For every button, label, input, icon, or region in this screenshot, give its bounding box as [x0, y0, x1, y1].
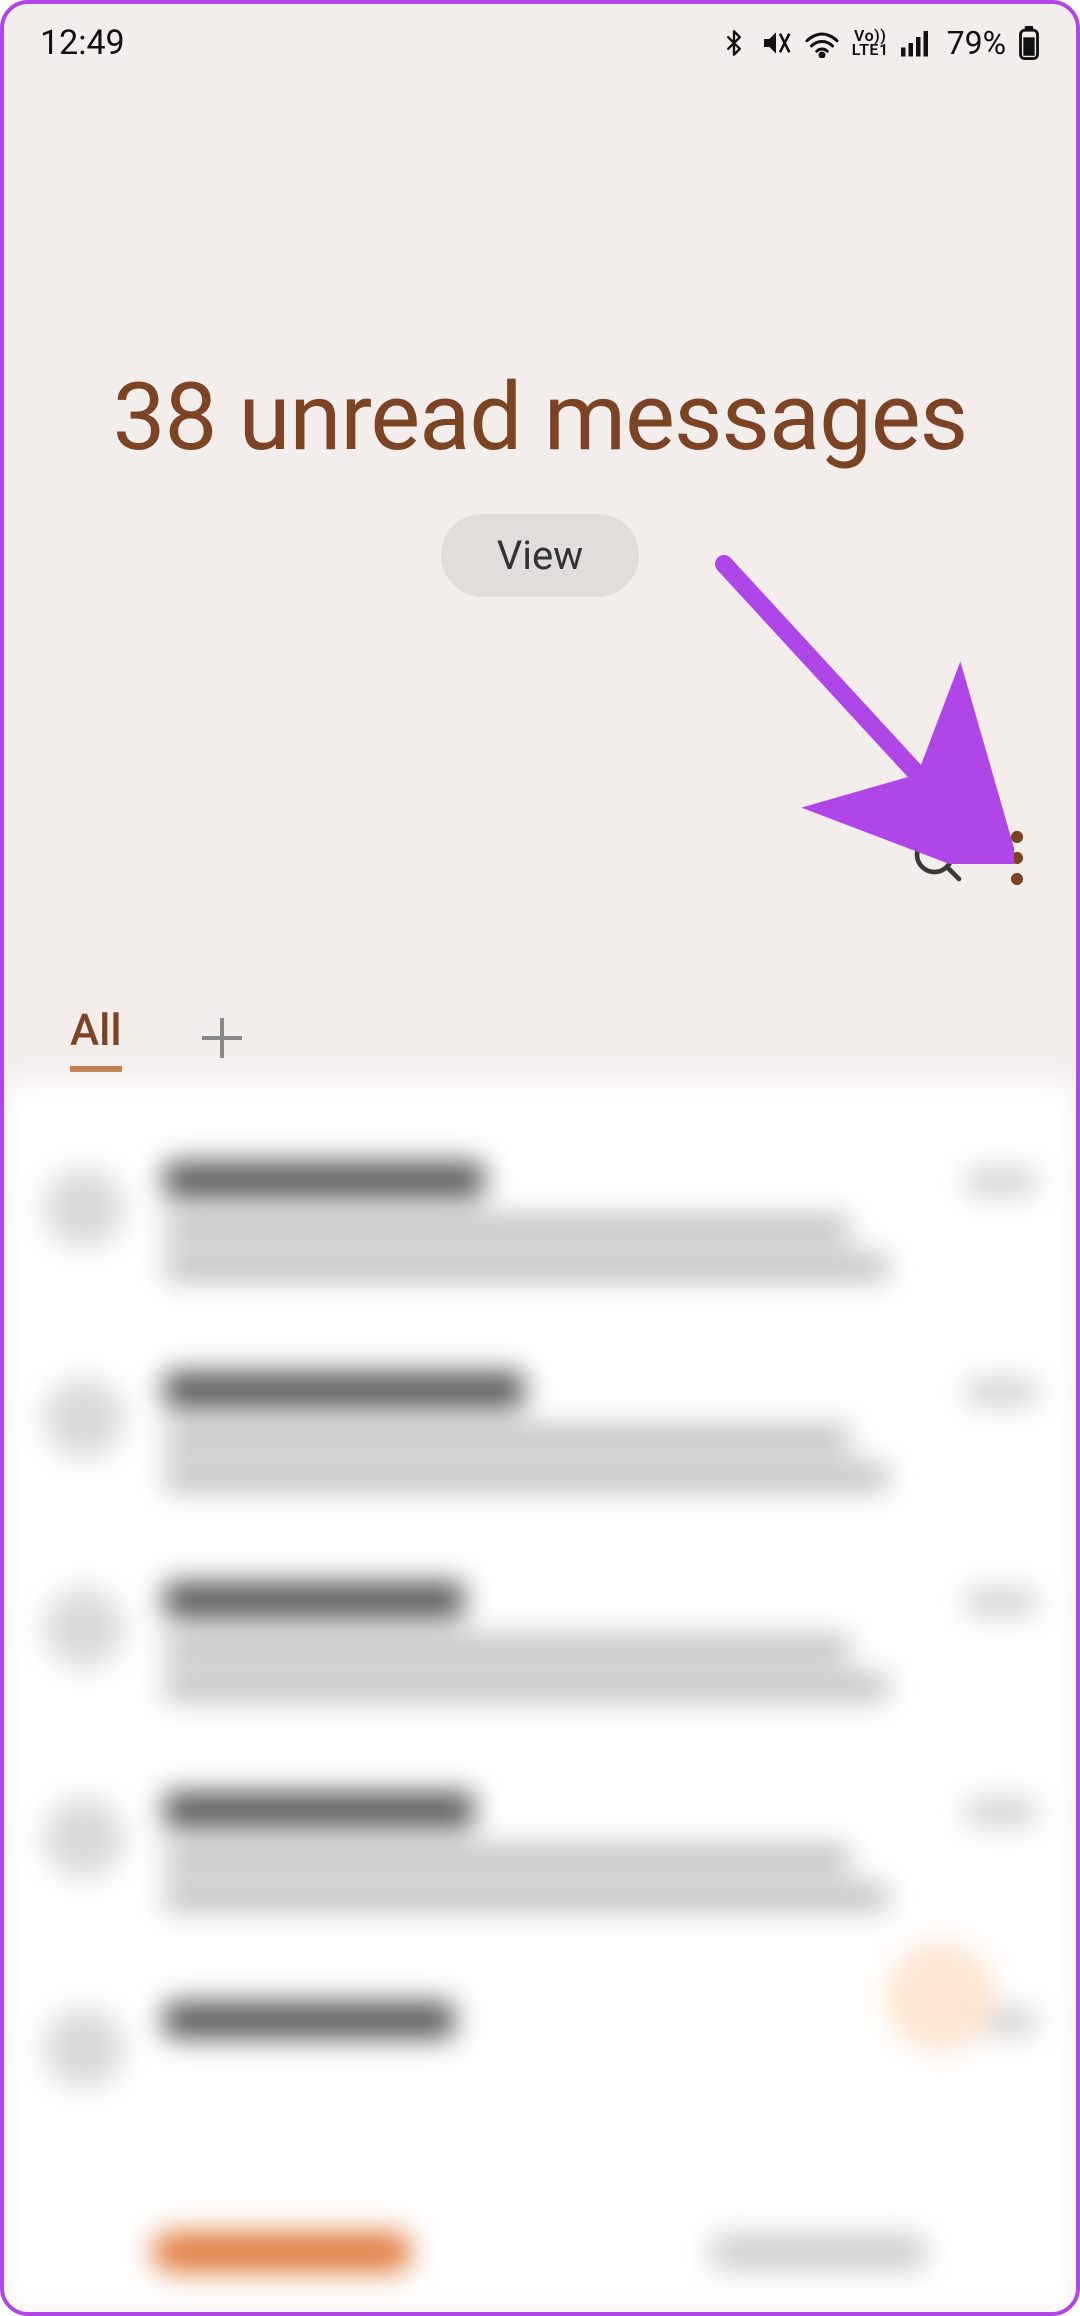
- status-time: 12:49: [40, 23, 125, 63]
- status-bar: 12:49 Vo)) LTE1 79%: [4, 4, 1076, 82]
- volte-indicator: Vo)) LTE1: [852, 29, 889, 57]
- more-options-icon[interactable]: [1010, 830, 1024, 886]
- bottom-nav: [4, 2192, 1076, 2312]
- bottom-nav-contacts[interactable]: [708, 2235, 928, 2269]
- compose-fab[interactable]: [886, 1942, 996, 2052]
- tab-all[interactable]: All: [70, 1004, 122, 1072]
- avatar: [44, 1168, 124, 1248]
- battery-icon: [1018, 26, 1040, 60]
- status-icons: Vo)) LTE1 79%: [720, 24, 1040, 62]
- battery-percent: 79%: [947, 24, 1006, 62]
- avatar: [44, 1588, 124, 1668]
- add-category-button[interactable]: [202, 1018, 242, 1058]
- wifi-icon: [804, 28, 840, 58]
- bluetooth-icon: [720, 26, 748, 60]
- list-item[interactable]: [44, 1752, 1036, 1962]
- expanded-header: 38 unread messages View: [4, 82, 1076, 597]
- list-item[interactable]: [44, 1332, 1036, 1542]
- search-icon[interactable]: [910, 830, 966, 886]
- conversation-list-blurred: [4, 1082, 1076, 2312]
- avatar: [44, 1378, 124, 1458]
- view-button[interactable]: View: [441, 514, 639, 597]
- cellular-signal-icon: [901, 29, 931, 57]
- list-item[interactable]: [44, 1122, 1036, 1332]
- avatar: [44, 1798, 124, 1878]
- category-tabs: All: [70, 1004, 242, 1072]
- app-screen: 12:49 Vo)) LTE1 79% 38 unread messages V…: [0, 0, 1080, 2316]
- list-item[interactable]: [44, 1542, 1036, 1752]
- mute-vibrate-icon: [760, 27, 792, 59]
- avatar: [44, 2008, 124, 2088]
- unread-messages-title: 38 unread messages: [4, 362, 1076, 472]
- bottom-nav-conversations[interactable]: [152, 2232, 412, 2272]
